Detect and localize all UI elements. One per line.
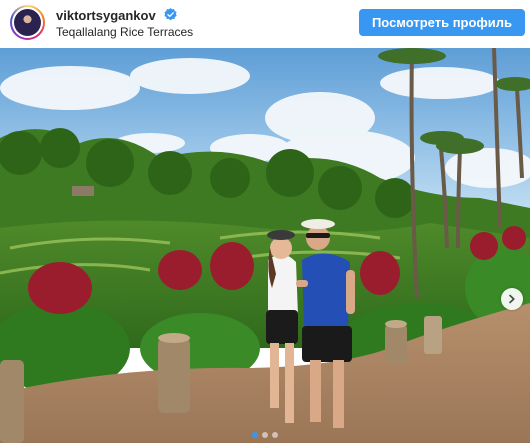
verified-badge-icon — [164, 8, 177, 21]
next-photo-button[interactable] — [501, 288, 523, 310]
chevron-right-icon — [509, 294, 515, 304]
location-link[interactable]: Teqallalang Rice Terraces — [56, 25, 193, 39]
username-link[interactable]: viktortsygankov — [56, 8, 156, 23]
carousel-indicator — [0, 432, 530, 440]
hut — [72, 186, 94, 196]
photo-scene — [0, 48, 530, 443]
avatar-photo — [14, 9, 41, 36]
instagram-post: viktortsygankov Teqallalang Rice Terrace… — [0, 0, 530, 443]
carousel-dot — [252, 432, 258, 438]
view-profile-button[interactable]: Посмотреть профиль — [359, 9, 525, 36]
carousel-dot — [272, 432, 278, 438]
avatar-ring — [12, 7, 43, 38]
avatar[interactable] — [10, 5, 45, 40]
post-photo[interactable] — [0, 48, 530, 443]
carousel-dot — [262, 432, 268, 438]
post-header: viktortsygankov Teqallalang Rice Terrace… — [0, 0, 530, 46]
